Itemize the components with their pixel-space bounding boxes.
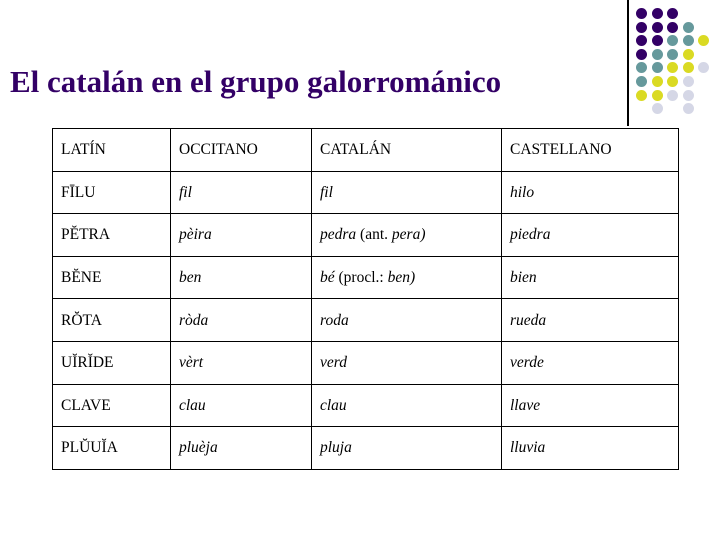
decorative-dot <box>667 62 678 74</box>
table-row: RŎTA ròda roda rueda <box>52 298 679 342</box>
cell-catalan: verd <box>311 340 502 385</box>
table-row: BĔNE ben bé (procl.: ben) bien <box>52 255 679 300</box>
catalan-note-variant: ben) <box>387 269 416 287</box>
decorative-dot <box>667 8 678 19</box>
decorative-dot <box>636 35 647 47</box>
decorative-dot <box>651 48 663 60</box>
decorative-dot <box>651 8 663 19</box>
table-row: PĔTRA pèira pedra (ant. pera) piedra <box>52 213 679 257</box>
decorative-dot <box>636 89 647 101</box>
decorative-dot <box>698 35 709 47</box>
decorative-dot <box>667 76 678 87</box>
catalan-note: (ant. <box>356 226 392 244</box>
decorative-dot <box>682 103 694 115</box>
decorative-dot <box>682 62 694 74</box>
cell-latin: UĬRĬDE <box>52 340 171 385</box>
catalan-note: (procl.: <box>334 269 388 287</box>
decorative-dot <box>636 48 647 60</box>
cell-latin: RŎTA <box>52 298 171 342</box>
cell-latin: PLŬUĬA <box>52 426 171 470</box>
decorative-dot <box>682 21 694 33</box>
cell-latin: BĔNE <box>52 255 171 300</box>
cell-catalan: roda <box>311 298 502 342</box>
cell-occitan: ròda <box>170 298 312 342</box>
decorative-dot <box>682 48 694 60</box>
decorative-dot <box>667 89 678 101</box>
cell-catalan: clau <box>311 383 502 428</box>
catalan-form: roda <box>320 311 349 329</box>
catalan-form: clau <box>320 396 347 414</box>
column-header-catalan: CATALÁN <box>311 128 502 172</box>
cell-occitan: clau <box>170 383 312 428</box>
cell-castellano: piedra <box>501 213 679 257</box>
cell-occitan: ben <box>170 255 312 300</box>
catalan-form: pedra <box>320 226 357 244</box>
cell-catalan: fil <box>311 170 502 215</box>
cell-occitan: pèira <box>170 213 312 257</box>
column-header-castellano: CASTELLANO <box>501 128 679 172</box>
decorative-dot <box>636 21 647 33</box>
cell-castellano: verde <box>501 340 679 385</box>
cell-catalan: bé (procl.: ben) <box>311 255 502 300</box>
cell-catalan: pluja <box>311 426 502 470</box>
table-header-row: LATÍN OCCITANO CATALÁN CASTELLANO <box>52 128 679 172</box>
cell-occitan: pluèja <box>170 426 312 470</box>
cell-catalan: pedra (ant. pera) <box>311 213 502 257</box>
page-title: El catalán en el grupo galorrománico <box>10 64 502 99</box>
decorative-dot <box>682 89 694 101</box>
column-header-latin: LATÍN <box>52 128 171 172</box>
decorative-dot <box>651 89 663 101</box>
cognate-comparison-table: LATÍN OCCITANO CATALÁN CASTELLANO FĪLU fi… <box>52 128 679 470</box>
decorative-dot <box>636 62 647 74</box>
catalan-form: bé <box>320 269 335 287</box>
catalan-form: fil <box>320 183 333 201</box>
decorative-dot <box>651 62 663 74</box>
table-row: PLŬUĬA pluèja pluja lluvia <box>52 426 679 470</box>
cell-castellano: hilo <box>501 170 679 215</box>
decorative-dot <box>698 62 709 74</box>
dot-grid-decoration <box>636 8 714 115</box>
decorative-dot <box>636 76 647 87</box>
decorative-dot <box>667 21 678 33</box>
cell-castellano: llave <box>501 383 679 428</box>
cell-latin: PĔTRA <box>52 213 171 257</box>
decorative-dot <box>651 21 663 33</box>
cell-occitan: fil <box>170 170 312 215</box>
table-row: FĪLU fil fil hilo <box>52 170 679 215</box>
decorative-dot <box>682 35 694 47</box>
table-row: UĬRĬDE vèrt verd verde <box>52 340 679 385</box>
cell-castellano: bien <box>501 255 679 300</box>
catalan-form: verd <box>320 354 347 372</box>
cell-castellano: lluvia <box>501 426 679 470</box>
decorative-dot <box>636 8 647 19</box>
decorative-dot <box>651 35 663 47</box>
cell-latin: CLAVE <box>52 383 171 428</box>
table-row: CLAVE clau clau llave <box>52 383 679 428</box>
decorative-dot <box>682 76 694 87</box>
cell-latin: FĪLU <box>52 170 171 215</box>
decorative-dot <box>667 35 678 47</box>
cell-occitan: vèrt <box>170 340 312 385</box>
column-header-occitan: OCCITANO <box>170 128 312 172</box>
cell-castellano: rueda <box>501 298 679 342</box>
catalan-form: pluja <box>320 439 352 457</box>
decorative-dot <box>651 103 663 115</box>
catalan-note-variant: pera) <box>391 226 426 244</box>
decorative-dot <box>651 76 663 87</box>
decorative-dot <box>667 48 678 60</box>
